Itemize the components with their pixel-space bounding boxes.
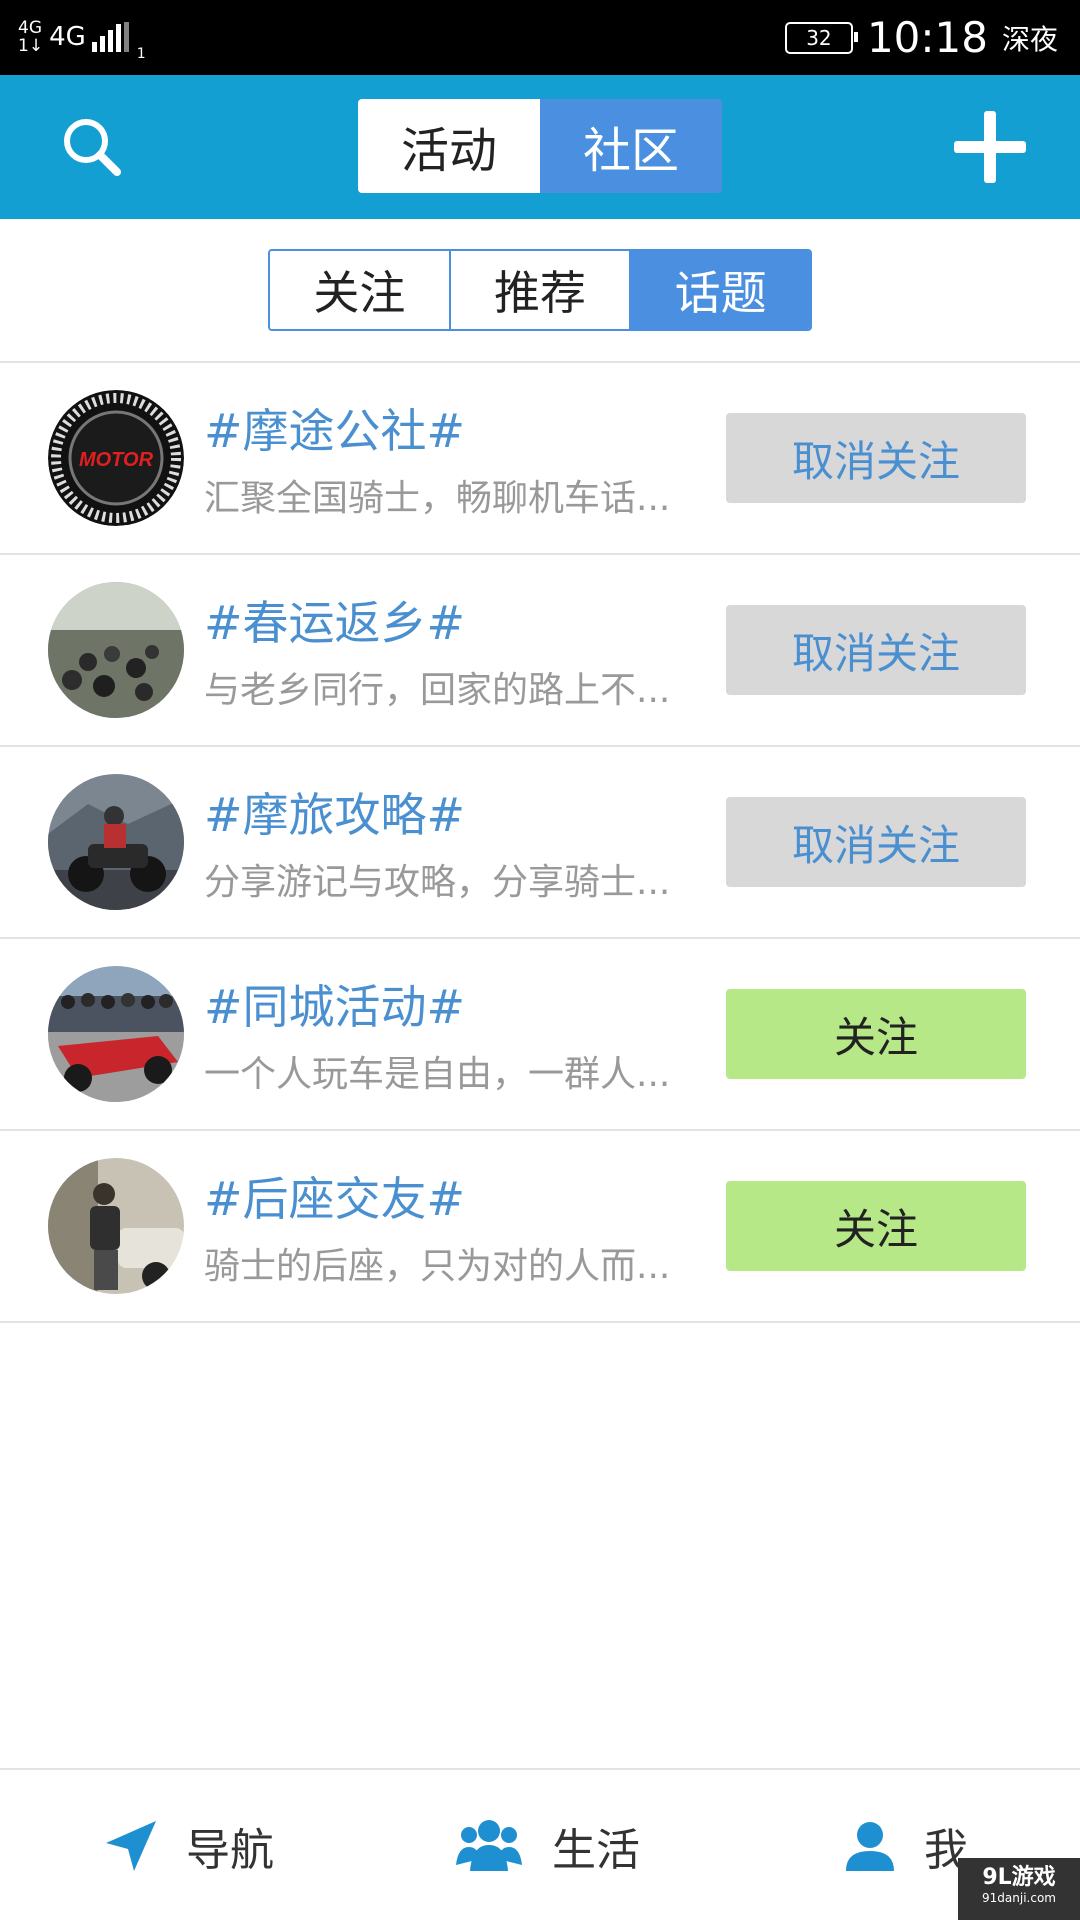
subtab-following[interactable]: 关注 [270,251,449,329]
topic-avatar [48,1158,184,1294]
nav-life[interactable]: 生活 [454,1770,640,1922]
status-right: 32 10:18 深夜 [784,0,1058,75]
tab-community[interactable]: 社区 [540,99,722,193]
topic-title[interactable]: #春运返乡# [204,587,465,653]
topic-list: MOTOR #摩途公社# 汇聚全国骑士，畅聊机车话... 取消关注 #春运返乡#… [0,361,1080,1323]
network-label-small: 4G [18,18,42,38]
search-button[interactable] [60,115,124,179]
subtab-topics[interactable]: 话题 [629,251,810,329]
topic-row[interactable]: #后座交友# 骑士的后座，只为对的人而... 关注 [0,1131,1080,1323]
network-label: 4G [49,22,86,52]
unfollow-button[interactable]: 取消关注 [726,413,1026,503]
topic-row[interactable]: #同城活动# 一个人玩车是自由，一群人... 关注 [0,939,1080,1131]
watermark-logo: 9L游戏 [982,1865,1056,1890]
topic-avatar: MOTOR [48,390,184,526]
site-watermark: 9L游戏 91danji.com [958,1858,1080,1920]
topic-row[interactable]: #春运返乡# 与老乡同行，回家的路上不... 取消关注 [0,555,1080,747]
topic-title[interactable]: #摩途公社# [204,395,465,461]
topic-row[interactable]: MOTOR #摩途公社# 汇聚全国骑士，畅聊机车话... 取消关注 [0,363,1080,555]
topic-avatar [48,966,184,1102]
topic-description: 一个人玩车是自由，一群人... [204,1054,671,1095]
status-bar: 4G 1↓ 4G 1 32 10:18 深夜 [0,0,1080,75]
topic-description: 骑士的后座，只为对的人而... [204,1246,671,1287]
subtab-recommended[interactable]: 推荐 [448,251,630,329]
navigation-arrow-icon [106,1821,156,1871]
nav-life-label: 生活 [552,1825,640,1876]
nav-navigation[interactable]: 导航 [104,1770,274,1922]
follow-button[interactable]: 关注 [726,1181,1026,1271]
clock-period: 深夜 [1001,22,1058,56]
network-type-indicator: 4G 1↓ [18,19,43,55]
sim-slot-label: 1 [136,46,146,62]
unfollow-button[interactable]: 取消关注 [726,605,1026,695]
topic-description: 与老乡同行，回家的路上不... [204,670,671,711]
main-segment-control: 活动 社区 [358,99,722,193]
topic-row[interactable]: #摩旅攻略# 分享游记与攻略，分享骑士... 取消关注 [0,747,1080,939]
topic-avatar [48,774,184,910]
nav-me[interactable]: 我 [844,1770,968,1922]
topic-avatar [48,582,184,718]
top-header: 活动 社区 [0,75,1080,219]
nav-navigation-label: 导航 [186,1825,274,1876]
topic-description: 分享游记与攻略，分享骑士... [204,862,671,903]
follow-button[interactable]: 关注 [726,989,1026,1079]
motor-logo-text: MOTOR [79,449,154,471]
user-icon [846,1822,894,1871]
people-group-icon [456,1820,522,1871]
status-left: 4G 1↓ 4G 1 [18,12,146,62]
topic-description: 汇聚全国骑士，畅聊机车话... [204,478,671,519]
search-icon [64,119,121,176]
sub-tab-bar: 关注 推荐 话题 [268,249,812,331]
add-button[interactable] [948,105,1032,189]
bottom-nav: 导航 生活 我 [0,1768,1080,1922]
plus-icon [954,111,1026,183]
signal-icon [91,22,129,52]
watermark-url: 91danji.com [982,1891,1056,1905]
unfollow-button[interactable]: 取消关注 [726,797,1026,887]
clock: 10:18 [866,13,988,62]
topic-title[interactable]: #摩旅攻略# [204,779,465,845]
topic-title[interactable]: #后座交友# [204,1163,465,1229]
tab-activity[interactable]: 活动 [358,99,540,193]
battery-level: 32 [806,25,832,50]
data-activity-label: 1↓ [18,36,44,56]
battery-icon: 32 [784,21,858,54]
topic-title[interactable]: #同城活动# [204,971,465,1037]
